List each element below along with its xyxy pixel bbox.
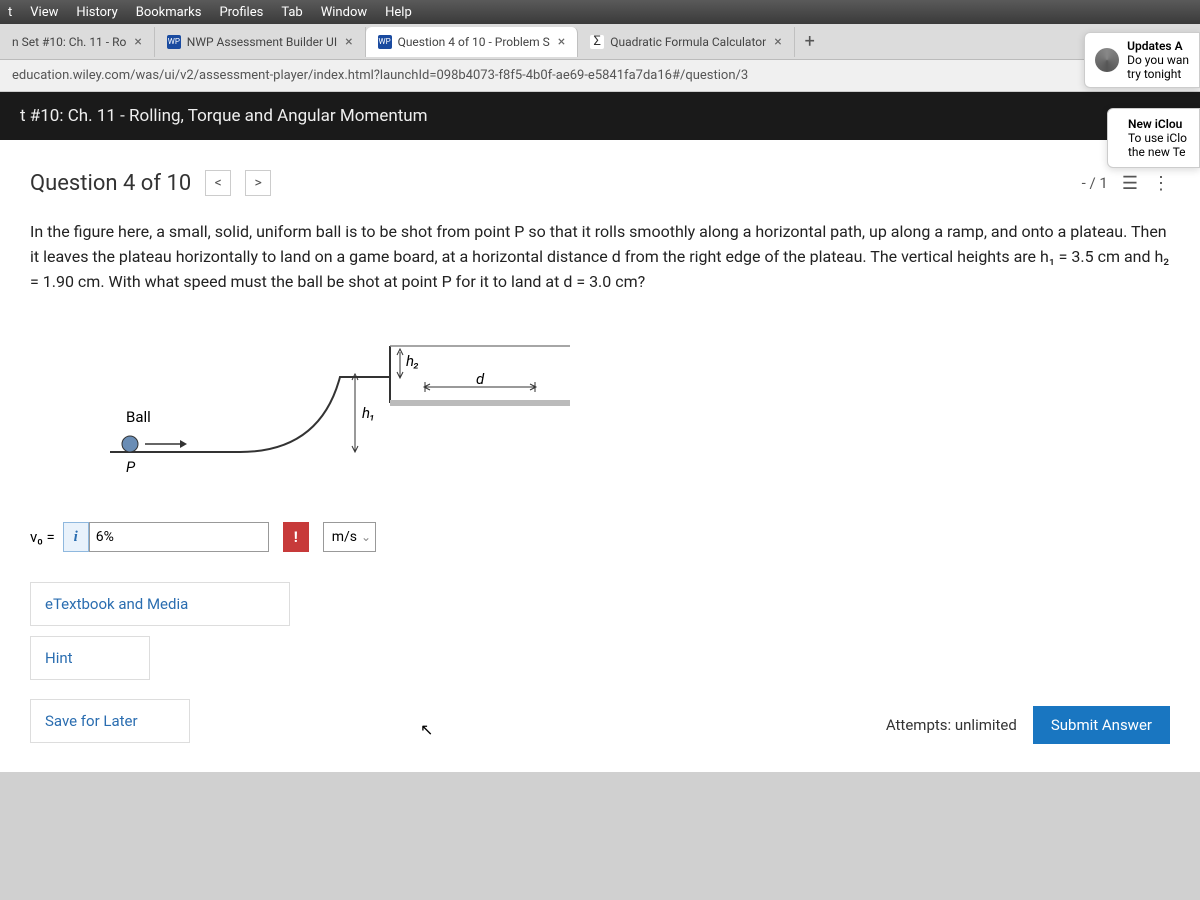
score-display: - / 1 [1082,174,1108,192]
hint-button[interactable]: Hint [30,636,150,680]
browser-tab[interactable]: n Set #10: Ch. 11 - Ro × [0,27,155,57]
menu-item[interactable]: Help [385,5,412,20]
next-question-button[interactable]: > [245,170,271,196]
answer-label: v₀ = [30,528,55,546]
new-tab-button[interactable]: + [795,31,825,52]
update-notification[interactable]: Updates A Do you wan try tonight [1084,32,1200,88]
notif-line: try tonight [1127,67,1189,81]
problem-figure: Ball P h₁ h₂ d [90,322,1170,496]
menu-item[interactable]: t [8,5,12,20]
url-text: education.wiley.com/was/ui/v2/assessment… [12,68,748,83]
question-number: Question 4 of 10 [30,171,191,196]
etextbook-link[interactable]: eTextbook and Media [30,582,290,626]
fig-label-h1: h₁ [362,404,375,422]
favicon-icon: Σ [590,35,604,49]
question-header: Question 4 of 10 < > - / 1 ☰ ⋮ [30,160,1170,216]
notif-line: Do you wan [1127,53,1189,67]
update-icon [1095,48,1119,72]
fig-label-d: d [476,370,485,388]
prev-question-button[interactable]: < [205,170,231,196]
notif-line: the new Te [1128,145,1187,159]
menu-item[interactable]: View [30,5,58,20]
tab-label: NWP Assessment Builder UI [187,35,337,49]
menu-item[interactable]: Tab [281,5,302,20]
submit-answer-button[interactable]: Submit Answer [1033,706,1170,744]
url-bar[interactable]: education.wiley.com/was/ui/v2/assessment… [0,60,1200,92]
tab-label: Question 4 of 10 - Problem S [398,35,550,49]
tab-label: Quadratic Formula Calculator [610,35,766,49]
icloud-notification[interactable]: New iClou To use iClo the new Te [1107,108,1200,168]
menu-item[interactable]: History [76,5,117,20]
favicon-icon: WP [167,35,181,49]
browser-tab-active[interactable]: WP Question 4 of 10 - Problem S × [366,27,579,57]
cursor-icon: ↖ [420,720,433,739]
question-panel: Question 4 of 10 < > - / 1 ☰ ⋮ In the fi… [0,140,1200,772]
menu-item[interactable]: Profiles [219,5,263,20]
browser-tab[interactable]: WP NWP Assessment Builder UI × [155,27,366,57]
assessment-header: t #10: Ch. 11 - Rolling, Torque and Angu… [0,92,1200,140]
unit-select[interactable]: m/s [323,522,376,552]
close-icon[interactable]: × [345,34,352,50]
browser-tabstrip: n Set #10: Ch. 11 - Ro × WP NWP Assessme… [0,24,1200,60]
fig-label-h2: h₂ [406,352,419,370]
fig-label-ball: Ball [126,408,151,426]
notif-title: Updates A [1127,39,1189,53]
favicon-icon: WP [378,35,392,49]
error-icon: ! [283,522,309,552]
notif-title: New iClou [1128,117,1187,131]
problem-text: In the figure here, a small, solid, unif… [30,216,1170,312]
close-icon[interactable]: × [774,34,781,50]
attempts-label: Attempts: unlimited [886,716,1017,734]
more-icon[interactable]: ⋮ [1152,173,1170,194]
close-icon[interactable]: × [134,34,141,50]
save-for-later-button[interactable]: Save for Later [30,699,190,743]
answer-row: v₀ = i ! m/s [30,522,1170,552]
tab-label: n Set #10: Ch. 11 - Ro [12,35,126,49]
close-icon[interactable]: × [558,34,565,50]
fig-label-p: P [126,458,136,476]
os-menubar: t View History Bookmarks Profiles Tab Wi… [0,0,1200,24]
answer-input[interactable] [89,522,269,552]
menu-item[interactable]: Window [321,5,367,20]
assessment-title: t #10: Ch. 11 - Rolling, Torque and Angu… [20,106,428,126]
browser-tab[interactable]: Σ Quadratic Formula Calculator × [578,27,794,57]
menu-item[interactable]: Bookmarks [136,5,202,20]
notif-line: To use iClo [1128,131,1187,145]
info-icon[interactable]: i [63,522,89,552]
list-icon[interactable]: ☰ [1122,173,1138,194]
